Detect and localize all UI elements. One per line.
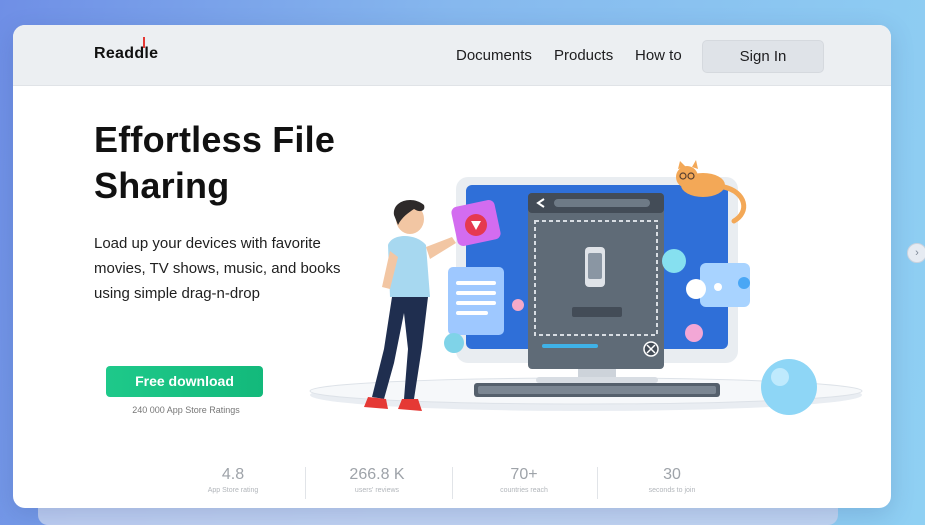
person-icon: [364, 200, 456, 411]
nav-link-products[interactable]: Products: [554, 47, 613, 64]
stat-label: seconds to join: [648, 487, 696, 494]
sign-in-button[interactable]: Sign In: [702, 40, 824, 73]
readdle-logo[interactable]: Readdle: [94, 45, 158, 63]
stat-value: 70+: [510, 466, 538, 483]
stat-label: App Store rating: [207, 487, 259, 494]
free-download-button[interactable]: Free download: [106, 366, 263, 397]
nav-link-documents[interactable]: Documents: [456, 47, 532, 64]
page-card: Readdle Documents Products How to Sign I…: [13, 25, 891, 508]
stats-bar: 4.8 App Store rating 266.8 K users' revi…: [13, 465, 891, 505]
logo-accent-mark: [143, 37, 145, 48]
stat-value: 4.8: [221, 466, 245, 483]
stat-value: 266.8 K: [349, 466, 405, 483]
stat-divider: [305, 467, 306, 499]
stat-users-reviews: 266.8 K users' reviews: [307, 465, 447, 494]
stat-label: users' reviews: [354, 487, 400, 494]
stat-app-store-rating: 4.8 App Store rating: [163, 465, 303, 494]
stat-countries-reach: 70+ countries reach: [454, 465, 594, 494]
chevron-right-icon[interactable]: ›: [907, 243, 925, 263]
stat-value: 30: [663, 466, 681, 483]
nav-link-how-to[interactable]: How to: [635, 47, 682, 64]
stat-label: countries reach: [500, 487, 548, 494]
stat-divider: [597, 467, 598, 499]
decorative-sphere-icon: [761, 359, 817, 415]
stat-divider: [452, 467, 453, 499]
stat-seconds-to-join: 30 seconds to join: [602, 465, 742, 494]
ratings-note: 240 000 App Store Ratings: [132, 405, 240, 415]
top-navbar: Readdle Documents Products How to Sign I…: [13, 25, 891, 86]
file-sharing-illustration: [309, 160, 863, 415]
